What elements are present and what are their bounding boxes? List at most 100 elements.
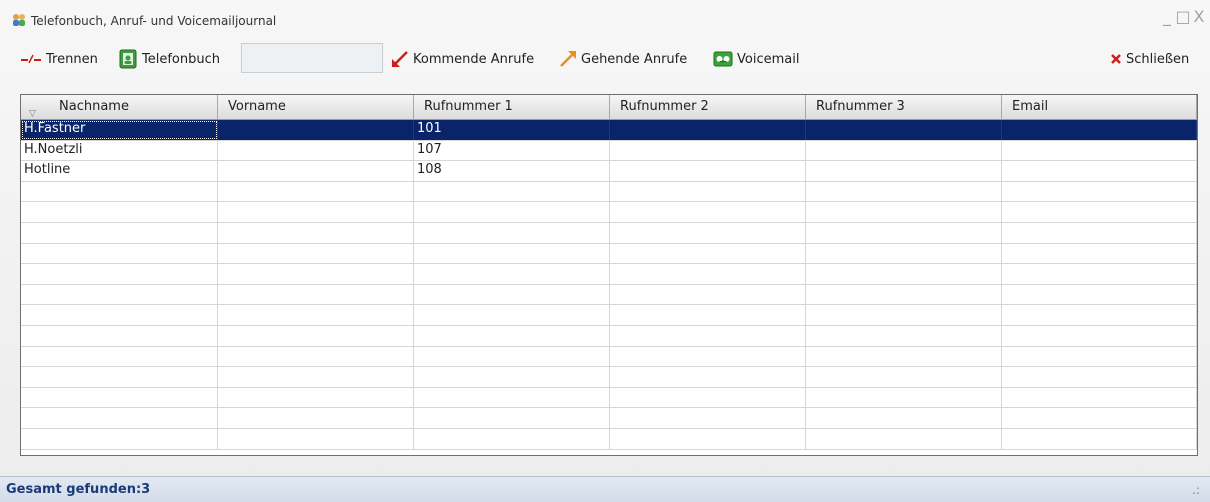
table-cell [414,202,610,223]
table-cell [21,264,218,285]
table-cell [610,408,806,429]
table-row[interactable]: Hotline 108 [21,161,1197,182]
table-cell [1002,284,1197,305]
empty-table-row[interactable] [21,367,1197,388]
table-cell [1002,325,1197,346]
table-cell: 107 [414,140,610,161]
table-cell [806,140,1002,161]
trennen-label: Trennen [46,51,98,67]
empty-table-row[interactable] [21,387,1197,409]
table-cell [1002,367,1197,388]
table-cell [21,367,218,388]
empty-table-row[interactable] [21,305,1197,326]
column-header-rufnummer-2[interactable]: Rufnummer 2 [610,95,806,119]
table-cell [218,222,414,243]
table-cell [218,408,414,429]
column-header-vorname[interactable]: Vorname [218,95,414,119]
table-cell: Hotline [21,161,218,182]
empty-table-row[interactable] [21,325,1197,347]
table-cell [610,264,806,285]
table-cell [414,387,610,408]
table-cell [806,408,1002,429]
table-cell [218,387,414,408]
empty-table-row[interactable] [21,428,1197,450]
table-cell [414,346,610,367]
table-cell [414,181,610,202]
table-cell [1002,243,1197,264]
column-header-nachname[interactable]: ▽ Nachname [21,95,218,119]
table-cell [610,181,806,202]
column-header-email[interactable]: Email [1002,95,1197,119]
contacts-grid: ▽ Nachname Vorname Rufnummer 1 Rufnummer… [20,94,1198,456]
column-header-label: Rufnummer 1 [424,99,513,114]
empty-table-row[interactable] [21,284,1197,306]
schliessen-button[interactable]: Schließen [1110,49,1189,69]
search-input[interactable] [241,43,383,73]
table-cell [1002,408,1197,429]
table-cell [21,387,218,408]
table-cell [414,428,610,449]
table-cell [414,408,610,429]
empty-table-row[interactable] [21,264,1197,285]
table-cell [218,284,414,305]
table-cell [1002,305,1197,326]
phonebook-icon [119,49,137,69]
table-cell [1002,428,1197,449]
table-cell [1002,140,1197,161]
table-cell [806,202,1002,223]
telefonbuch-label: Telefonbuch [142,51,220,67]
title-bar: Telefonbuch, Anruf- und Voicemailjournal… [0,0,1210,40]
main-window: Telefonbuch, Anruf- und Voicemailjournal… [0,0,1210,502]
table-cell [806,161,1002,182]
table-cell [414,284,610,305]
outgoing-call-arrow-icon [560,51,576,67]
empty-table-row[interactable] [21,181,1197,203]
empty-table-row[interactable] [21,408,1197,429]
table-cell [21,243,218,264]
gehende-anrufe-button[interactable]: Gehende Anrufe [559,49,687,69]
table-cell [610,284,806,305]
table-cell [610,325,806,346]
table-cell [21,202,218,223]
voicemail-button[interactable]: Voicemail [713,49,799,69]
table-cell [1002,387,1197,408]
table-cell [414,243,610,264]
empty-table-row[interactable] [21,243,1197,265]
kommende-anrufe-label: Kommende Anrufe [413,51,535,67]
result-count-text: Gesamt gefunden:3 [6,482,151,497]
gehende-anrufe-label: Gehende Anrufe [581,51,688,67]
table-cell [610,202,806,223]
column-header-label: Vorname [228,99,286,114]
table-row[interactable]: H.Noetzli 107 [21,140,1197,162]
telefonbuch-button[interactable]: Telefonbuch [118,49,220,69]
trennen-button[interactable]: Trennen [20,49,98,69]
table-cell [414,367,610,388]
disconnect-icon [21,54,41,64]
table-cell [414,325,610,346]
table-cell [1002,202,1197,223]
kommende-anrufe-button[interactable]: Kommende Anrufe [391,49,534,69]
table-cell [806,367,1002,388]
column-header-rufnummer-3[interactable]: Rufnummer 3 [806,95,1002,119]
table-cell [806,243,1002,264]
table-cell [21,305,218,326]
empty-table-row[interactable] [21,202,1197,223]
close-x-icon [1111,54,1121,64]
close-window-button[interactable]: X [1190,8,1208,26]
column-header-rufnummer-1[interactable]: Rufnummer 1 [414,95,610,119]
column-header-label: Email [1012,99,1049,114]
table-cell [806,222,1002,243]
table-cell [610,367,806,388]
table-cell [610,140,806,161]
table-cell [806,120,1002,140]
empty-table-row[interactable] [21,222,1197,244]
table-cell [414,305,610,326]
table-cell [218,161,414,182]
table-cell [610,120,806,140]
resize-grip-icon[interactable]: .: [1192,483,1200,497]
table-cell [1002,264,1197,285]
table-cell [218,202,414,223]
table-row[interactable]: H.Fastner 101 [21,120,1197,141]
table-cell [806,284,1002,305]
empty-table-row[interactable] [21,346,1197,368]
